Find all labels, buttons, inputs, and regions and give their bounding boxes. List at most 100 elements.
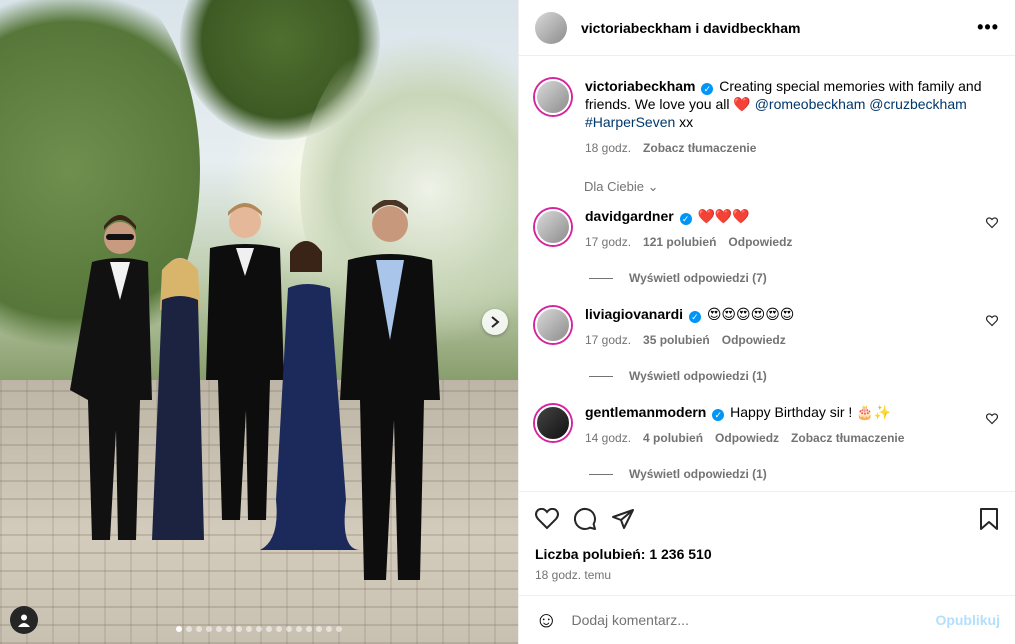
carousel-dot <box>306 626 312 632</box>
carousel-dot <box>336 626 342 632</box>
comment-text: Happy Birthday sir ! 🎂✨ <box>730 404 892 420</box>
comment-meta: 14 godz. 4 polubień Odpowiedz Zobacz tłu… <box>585 429 1000 447</box>
view-replies-label: Wyświetl odpowiedzi (7) <box>629 271 767 285</box>
translate-link[interactable]: Zobacz tłumaczenie <box>791 429 904 447</box>
replies-divider <box>589 277 613 279</box>
comment-body: gentlemanmodern ✓ Happy Birthday sir ! 🎂… <box>585 403 1000 447</box>
comment-composer: ☺ Opublikuj <box>519 595 1015 644</box>
view-replies[interactable]: Wyświetl odpowiedzi (1) <box>589 467 1000 481</box>
verified-icon: ✓ <box>712 409 725 421</box>
post-panel: victoriabeckham i davidbeckham ••• victo… <box>518 0 1015 644</box>
comment-filter-label: Dla Ciebie <box>584 179 644 194</box>
caption-user[interactable]: victoriabeckham <box>585 78 696 94</box>
comment: davidgardner ✓ ❤️❤️❤️ 17 godz. 121 polub… <box>535 207 1000 251</box>
comments-list[interactable]: victoriabeckham ✓ Creating special memor… <box>519 57 1015 491</box>
mention-romeo[interactable]: @romeobeckham <box>755 96 866 112</box>
caption-avatar[interactable] <box>535 79 571 115</box>
author-names[interactable]: victoriabeckham i davidbeckham <box>581 20 977 36</box>
view-replies[interactable]: Wyświetl odpowiedzi (7) <box>589 271 1000 285</box>
comment-text: 😍😍😍😍😍😍 <box>706 306 795 322</box>
reply-button[interactable]: Odpowiedz <box>715 429 779 447</box>
user-tag-icon <box>18 614 30 627</box>
carousel-dot <box>216 626 222 632</box>
emoji-icon[interactable]: ☺ <box>535 607 557 633</box>
heart-icon[interactable] <box>986 315 998 327</box>
family-figures <box>70 200 440 580</box>
comment-filter[interactable]: Dla Ciebie ⌄ <box>584 179 1000 195</box>
chevron-right-icon <box>491 316 500 328</box>
comment-user[interactable]: gentlemanmodern <box>585 404 706 420</box>
post-header: victoriabeckham i davidbeckham ••• <box>519 0 1015 56</box>
carousel-dot <box>296 626 302 632</box>
comment-user[interactable]: davidgardner <box>585 208 674 224</box>
comment-text: ❤️❤️❤️ <box>697 208 750 224</box>
comment-body: davidgardner ✓ ❤️❤️❤️ 17 godz. 121 polub… <box>585 207 1000 251</box>
carousel-dot <box>176 626 182 632</box>
carousel-dot <box>206 626 212 632</box>
save-icon[interactable] <box>978 507 1000 531</box>
carousel-dot <box>286 626 292 632</box>
post-actions: Liczba polubień: 1 236 510 18 godz. temu <box>519 491 1015 594</box>
more-icon[interactable]: ••• <box>977 17 999 38</box>
comment-time: 17 godz. <box>585 235 632 249</box>
carousel-dot <box>246 626 252 632</box>
publish-button[interactable]: Opublikuj <box>935 612 1000 628</box>
post-photo[interactable] <box>0 0 518 644</box>
comment: gentlemanmodern ✓ Happy Birthday sir ! 🎂… <box>535 403 1000 447</box>
carousel-dot <box>236 626 242 632</box>
translate-link[interactable]: Zobacz tłumaczenie <box>643 139 756 157</box>
reply-button[interactable]: Odpowiedz <box>728 233 792 251</box>
carousel-dot <box>266 626 272 632</box>
caption-heart: ❤️ <box>733 96 751 112</box>
comment: liviagiovanardi ✓ 😍😍😍😍😍😍 17 godz. 35 pol… <box>535 305 1000 349</box>
heart-icon[interactable] <box>986 413 998 425</box>
hashtag-harper[interactable]: #HarperSeven <box>585 114 675 130</box>
comment-meta: 17 godz. 121 polubień Odpowiedz <box>585 233 1000 251</box>
carousel-dot <box>226 626 232 632</box>
post-timestamp: 18 godz. temu <box>535 568 612 582</box>
comment-user[interactable]: liviagiovanardi <box>585 306 683 322</box>
next-photo-button[interactable] <box>482 309 508 335</box>
heart-icon[interactable] <box>535 508 559 530</box>
verified-icon: ✓ <box>679 213 692 225</box>
heart-icon[interactable] <box>986 217 998 229</box>
reply-button[interactable]: Odpowiedz <box>722 331 786 349</box>
caption-tail: xx <box>679 114 694 130</box>
verified-icon: ✓ <box>701 83 714 95</box>
carousel-dot <box>276 626 282 632</box>
caption: victoriabeckham ✓ Creating special memor… <box>535 77 1000 157</box>
carousel-dot <box>186 626 192 632</box>
comment-avatar[interactable] <box>535 307 571 343</box>
share-icon[interactable] <box>611 507 635 531</box>
caption-meta: 18 godz. Zobacz tłumaczenie <box>585 139 1000 157</box>
comment-time: 17 godz. <box>585 333 632 347</box>
comment-likes[interactable]: 35 polubień <box>643 331 710 349</box>
carousel-dot <box>316 626 322 632</box>
comment-avatar[interactable] <box>535 405 571 441</box>
comment-body: liviagiovanardi ✓ 😍😍😍😍😍😍 17 godz. 35 pol… <box>585 305 1000 349</box>
comment-icon[interactable] <box>573 507 597 531</box>
likes-count[interactable]: Liczba polubień: 1 236 510 <box>535 546 1000 562</box>
comment-time: 14 godz. <box>585 431 632 445</box>
mention-cruz[interactable]: @cruzbeckham <box>869 96 966 112</box>
comment-likes[interactable]: 4 polubień <box>643 429 703 447</box>
replies-divider <box>589 375 613 377</box>
view-replies-label: Wyświetl odpowiedzi (1) <box>629 369 767 383</box>
carousel-dot <box>196 626 202 632</box>
comment-avatar[interactable] <box>535 209 571 245</box>
comment-input[interactable] <box>571 612 936 628</box>
caption-time: 18 godz. <box>585 141 632 155</box>
view-replies[interactable]: Wyświetl odpowiedzi (1) <box>589 369 1000 383</box>
action-icons <box>535 506 1000 532</box>
author-avatar[interactable] <box>535 11 567 44</box>
carousel-dots <box>0 626 518 632</box>
view-replies-label: Wyświetl odpowiedzi (1) <box>629 467 767 481</box>
chevron-down-icon: ⌄ <box>647 179 659 194</box>
verified-icon: ✓ <box>688 311 701 323</box>
caption-body: victoriabeckham ✓ Creating special memor… <box>585 77 1000 157</box>
carousel-dot <box>256 626 262 632</box>
comment-likes[interactable]: 121 polubień <box>643 233 716 251</box>
comment-meta: 17 godz. 35 polubień Odpowiedz <box>585 331 1000 349</box>
carousel-dot <box>326 626 332 632</box>
replies-divider <box>589 473 613 475</box>
